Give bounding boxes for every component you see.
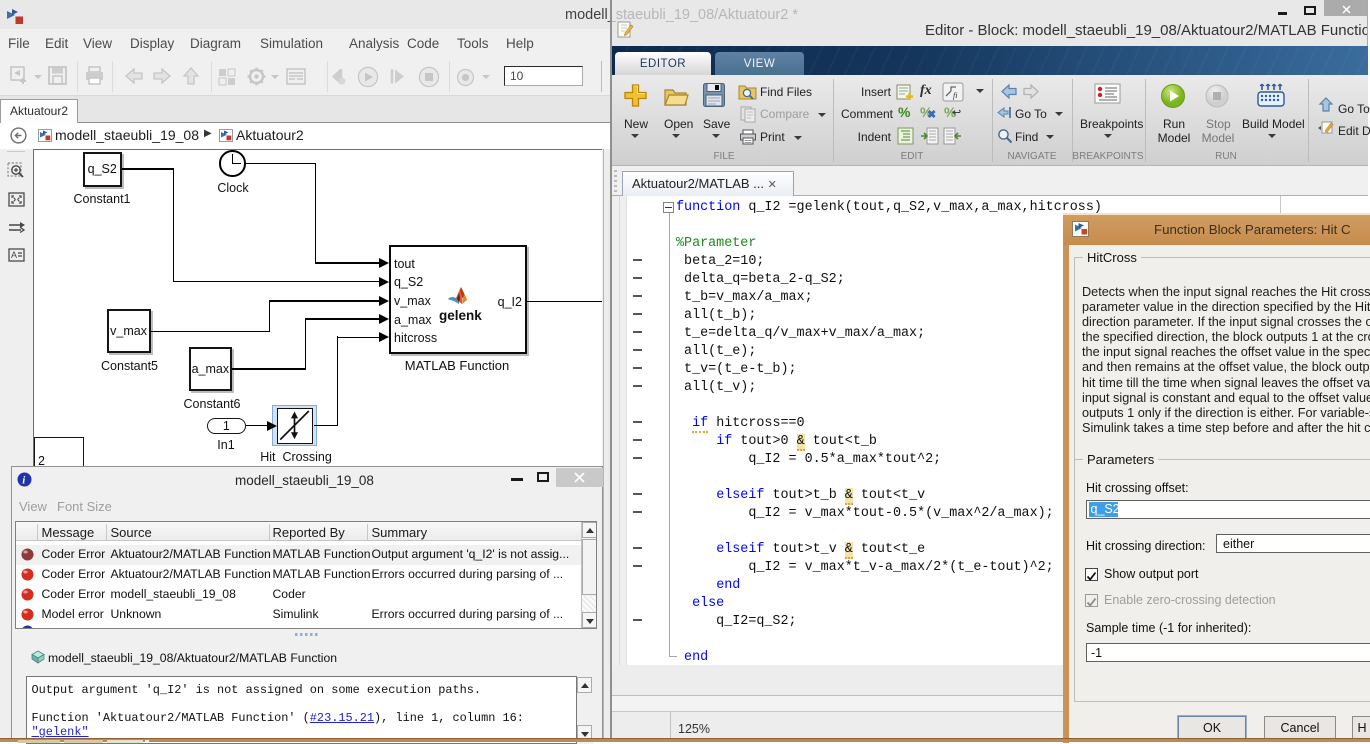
svg-text:fi: fi	[953, 91, 957, 100]
svg-text:A: A	[11, 250, 17, 260]
